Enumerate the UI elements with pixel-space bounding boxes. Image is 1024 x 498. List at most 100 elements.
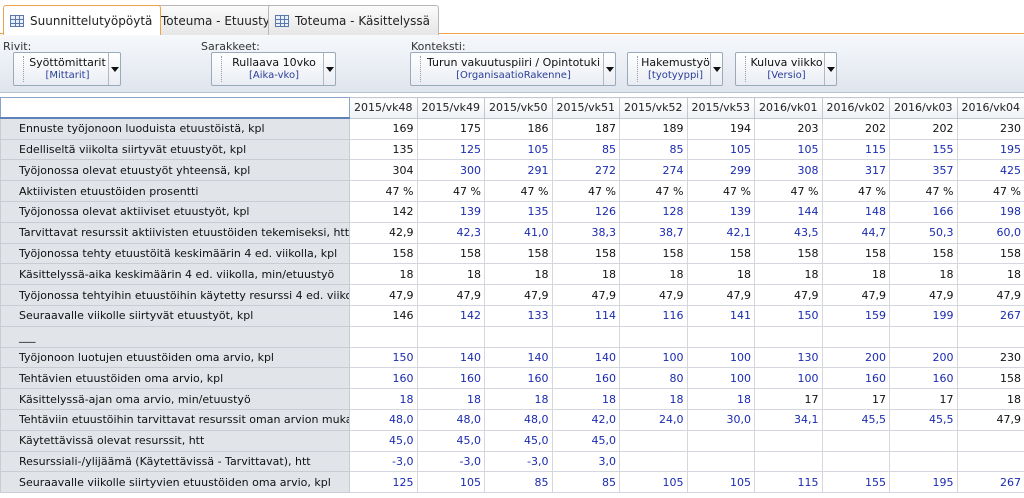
row-header[interactable]: Työjonossa olevat aktiiviset etuustyöt, …: [0, 200, 350, 223]
editable-cell[interactable]: 155: [821, 471, 890, 494]
context-worktype-select[interactable]: Hakemustyö [tyotyyppi]: [627, 52, 723, 86]
editable-cell[interactable]: 200: [821, 346, 890, 369]
row-header[interactable]: ___: [0, 325, 350, 348]
column-header[interactable]: 2015/vk53: [686, 97, 755, 119]
editable-cell[interactable]: 34,1: [754, 408, 823, 431]
editable-cell[interactable]: 140: [551, 346, 620, 369]
editable-cell[interactable]: 38,7: [619, 221, 688, 244]
editable-cell[interactable]: 105: [686, 138, 755, 161]
tab-suunnittelutyopoyta[interactable]: Suunnittelutyöpöytä: [3, 5, 162, 35]
column-header[interactable]: 2016/vk04: [956, 97, 1024, 119]
editable-cell[interactable]: 160: [821, 367, 890, 390]
editable-cell[interactable]: 85: [551, 471, 620, 494]
editable-cell[interactable]: 308: [754, 159, 823, 182]
editable-cell[interactable]: 18: [416, 388, 485, 410]
editable-cell[interactable]: 105: [416, 471, 485, 494]
editable-cell[interactable]: -3,0: [349, 450, 418, 473]
column-header[interactable]: 2016/vk01: [754, 97, 823, 119]
editable-cell[interactable]: 80: [619, 367, 688, 390]
editable-cell[interactable]: 42,0: [551, 408, 620, 431]
editable-cell[interactable]: 85: [619, 138, 688, 161]
chevron-down-icon[interactable]: [323, 53, 335, 85]
editable-cell[interactable]: -3,0: [484, 450, 553, 473]
column-header[interactable]: 2015/vk50: [484, 97, 553, 119]
tab-toteuma-kasittelyssa[interactable]: Toteuma - Käsittelyssä: [268, 5, 440, 35]
editable-cell[interactable]: 135: [484, 200, 553, 223]
editable-cell[interactable]: 125: [416, 138, 485, 161]
editable-cell[interactable]: 105: [686, 471, 755, 494]
editable-cell[interactable]: 42,3: [416, 221, 485, 244]
drag-handle[interactable]: [413, 56, 421, 82]
editable-cell[interactable]: 115: [821, 138, 890, 161]
row-header[interactable]: Käytettävissä olevat resurssit, htt: [0, 429, 350, 452]
editable-cell[interactable]: 115: [754, 471, 823, 494]
editable-cell[interactable]: 160: [889, 367, 958, 390]
row-header[interactable]: Työjonossa tehtyihin etuustöihin käytett…: [0, 284, 350, 306]
editable-cell[interactable]: 45,0: [551, 429, 620, 452]
editable-cell[interactable]: 18: [619, 388, 688, 410]
editable-cell[interactable]: 141: [686, 304, 755, 327]
column-header[interactable]: 2015/vk51: [551, 97, 620, 119]
row-header[interactable]: Seuraavalle viikolle siirtyvät etuustyöt…: [0, 304, 350, 327]
drag-handle[interactable]: [16, 56, 24, 82]
drag-handle[interactable]: [214, 56, 222, 82]
editable-cell[interactable]: 45,5: [889, 408, 958, 431]
row-header[interactable]: Työjonossa olevat etuustyöt yhteensä, kp…: [0, 159, 350, 182]
drag-handle[interactable]: [738, 56, 746, 82]
row-header[interactable]: Resurssiali-/ylijäämä (Käytettävissä - T…: [0, 450, 350, 473]
editable-cell[interactable]: 42,1: [686, 221, 755, 244]
editable-cell[interactable]: 195: [889, 471, 958, 494]
editable-cell[interactable]: 198: [956, 200, 1024, 223]
editable-cell[interactable]: 50,3: [889, 221, 958, 244]
row-header[interactable]: Työjonossa tehty etuustöitä keskimäärin …: [0, 242, 350, 265]
editable-cell[interactable]: 48,0: [349, 408, 418, 431]
editable-cell[interactable]: 126: [551, 200, 620, 223]
editable-cell[interactable]: 100: [619, 346, 688, 369]
editable-cell[interactable]: 159: [821, 304, 890, 327]
editable-cell[interactable]: 425: [956, 159, 1024, 182]
editable-cell[interactable]: 317: [821, 159, 890, 182]
column-header[interactable]: 2016/vk03: [889, 97, 958, 119]
editable-cell[interactable]: 38,3: [551, 221, 620, 244]
editable-cell[interactable]: 150: [349, 346, 418, 369]
editable-cell[interactable]: 85: [484, 471, 553, 494]
editable-cell[interactable]: 30,0: [686, 408, 755, 431]
editable-cell[interactable]: 116: [619, 304, 688, 327]
editable-cell[interactable]: 150: [754, 304, 823, 327]
editable-cell[interactable]: 199: [889, 304, 958, 327]
editable-cell[interactable]: 18: [484, 388, 553, 410]
editable-cell[interactable]: 18: [551, 388, 620, 410]
editable-cell[interactable]: -3,0: [416, 450, 485, 473]
row-header[interactable]: Seuraavalle viikolle siirtyvien etuustöi…: [0, 471, 350, 494]
editable-cell[interactable]: 160: [416, 367, 485, 390]
editable-cell[interactable]: 45,0: [416, 429, 485, 452]
editable-cell[interactable]: 41,0: [484, 221, 553, 244]
editable-cell[interactable]: 105: [484, 138, 553, 161]
row-header[interactable]: Aktiivisten etuustöiden prosentti: [0, 180, 350, 202]
editable-cell[interactable]: 267: [956, 471, 1024, 494]
column-header[interactable]: 2016/vk02: [821, 97, 890, 119]
editable-cell[interactable]: 18: [686, 388, 755, 410]
editable-cell[interactable]: 45,0: [484, 429, 553, 452]
editable-cell[interactable]: 272: [551, 159, 620, 182]
editable-cell[interactable]: 166: [889, 200, 958, 223]
grid-corner[interactable]: [0, 97, 350, 120]
editable-cell[interactable]: 114: [551, 304, 620, 327]
row-header[interactable]: Tehtäviin etuustöihin tarvittavat resurs…: [0, 408, 350, 431]
row-header[interactable]: Edelliseltä viikolta siirtyvät etuustyöt…: [0, 138, 350, 161]
editable-cell[interactable]: 105: [754, 138, 823, 161]
editable-cell[interactable]: 18: [349, 388, 418, 410]
editable-cell[interactable]: 24,0: [619, 408, 688, 431]
editable-cell[interactable]: 45,0: [349, 429, 418, 452]
editable-cell[interactable]: 200: [889, 346, 958, 369]
editable-cell[interactable]: 60,0: [956, 221, 1024, 244]
chevron-down-icon[interactable]: [710, 53, 722, 85]
row-header[interactable]: Käsittelyssä-ajan oma arvio, min/etuusty…: [0, 388, 350, 410]
editable-cell[interactable]: 144: [754, 200, 823, 223]
editable-cell[interactable]: 155: [889, 138, 958, 161]
editable-cell[interactable]: 85: [551, 138, 620, 161]
editable-cell[interactable]: 3,0: [551, 450, 620, 473]
editable-cell[interactable]: 160: [484, 367, 553, 390]
editable-cell[interactable]: 160: [349, 367, 418, 390]
editable-cell[interactable]: 139: [686, 200, 755, 223]
